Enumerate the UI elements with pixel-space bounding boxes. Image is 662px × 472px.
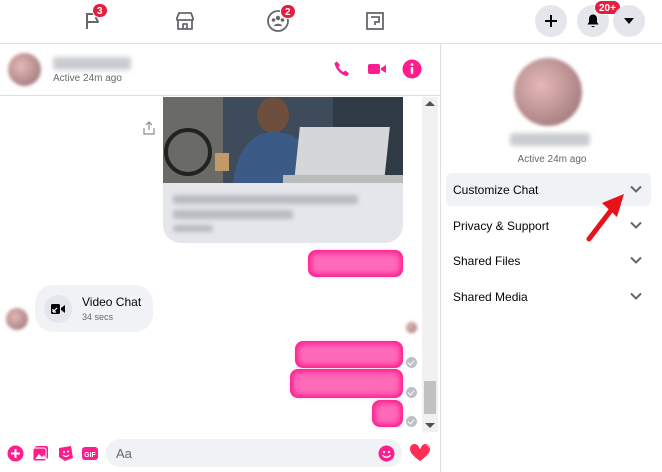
video-chat-duration: 34 secs xyxy=(82,312,114,322)
scroll-up-arrow[interactable] xyxy=(425,101,435,106)
privacy-support-label: Privacy & Support xyxy=(453,219,550,233)
message-input[interactable] xyxy=(106,439,402,467)
gaming-icon[interactable] xyxy=(360,6,390,36)
link-domain-redacted xyxy=(173,225,213,232)
info-icon[interactable] xyxy=(401,58,423,80)
create-button[interactable] xyxy=(535,5,567,37)
contact-active-status: Active 24m ago xyxy=(53,73,122,84)
phone-icon[interactable] xyxy=(331,58,353,80)
chevron-down-icon xyxy=(630,256,642,264)
sent-message-bubble[interactable] xyxy=(290,369,403,398)
link-preview-image xyxy=(163,97,403,183)
sticker-icon[interactable] xyxy=(56,444,74,462)
video-call-icon xyxy=(44,295,72,323)
marketplace-icon[interactable] xyxy=(170,6,200,36)
flag-icon[interactable]: 3 xyxy=(78,3,108,36)
sender-avatar xyxy=(6,308,28,330)
customize-chat-label: Customize Chat xyxy=(453,183,539,197)
video-camera-icon[interactable] xyxy=(366,58,388,80)
seen-avatar xyxy=(406,322,417,333)
contact-profile-status: Active 24m ago xyxy=(517,154,587,165)
flag-badge: 3 xyxy=(92,3,108,18)
bell-icon xyxy=(587,14,599,28)
link-title-line2-redacted xyxy=(173,210,293,219)
link-preview-card[interactable] xyxy=(163,97,403,243)
contact-profile-name-redacted[interactable] xyxy=(510,133,590,146)
top-navigation-bar: 3 2 20+ xyxy=(0,0,662,44)
shared-media-item[interactable]: Shared Media xyxy=(446,280,651,313)
delivered-check-icon xyxy=(406,357,417,368)
sent-message-bubble[interactable] xyxy=(308,250,403,277)
delivered-check-icon xyxy=(406,416,417,427)
notifications-button[interactable]: 20+ xyxy=(577,0,621,37)
plus-icon xyxy=(545,15,557,27)
share-icon[interactable] xyxy=(143,121,155,135)
chevron-down-icon xyxy=(630,292,642,300)
video-chat-title: Video Chat xyxy=(82,295,142,309)
groups-badge: 2 xyxy=(280,4,296,19)
delivered-check-icon xyxy=(406,387,417,398)
shared-files-item[interactable]: Shared Files xyxy=(446,244,651,277)
annotation-arrow-icon xyxy=(586,194,624,242)
svg-text:GIF: GIF xyxy=(84,452,96,459)
shared-files-label: Shared Files xyxy=(453,254,521,268)
contact-avatar[interactable] xyxy=(8,53,41,86)
photo-icon[interactable] xyxy=(31,444,49,462)
sent-message-bubble[interactable] xyxy=(372,400,403,427)
contact-profile-picture[interactable] xyxy=(514,58,582,126)
groups-icon[interactable]: 2 xyxy=(263,4,296,36)
emoji-icon[interactable] xyxy=(377,444,395,462)
message-scrollbar[interactable] xyxy=(422,97,438,432)
scroll-thumb[interactable] xyxy=(424,381,436,414)
heart-reaction-icon[interactable] xyxy=(409,442,431,464)
gif-icon[interactable]: GIF xyxy=(81,444,99,462)
caret-down-icon xyxy=(624,18,634,24)
video-chat-message[interactable]: Video Chat 34 secs xyxy=(35,285,153,332)
shared-media-label: Shared Media xyxy=(453,290,528,304)
conversation-details-panel: Active 24m ago Customize Chat Privacy & … xyxy=(440,44,662,472)
contact-name-redacted[interactable] xyxy=(53,57,131,70)
link-title-redacted xyxy=(173,195,358,204)
plus-circle-icon[interactable] xyxy=(6,444,24,462)
account-menu-button[interactable] xyxy=(613,5,645,37)
scroll-down-arrow[interactable] xyxy=(425,423,435,428)
sent-message-bubble[interactable] xyxy=(295,341,403,368)
